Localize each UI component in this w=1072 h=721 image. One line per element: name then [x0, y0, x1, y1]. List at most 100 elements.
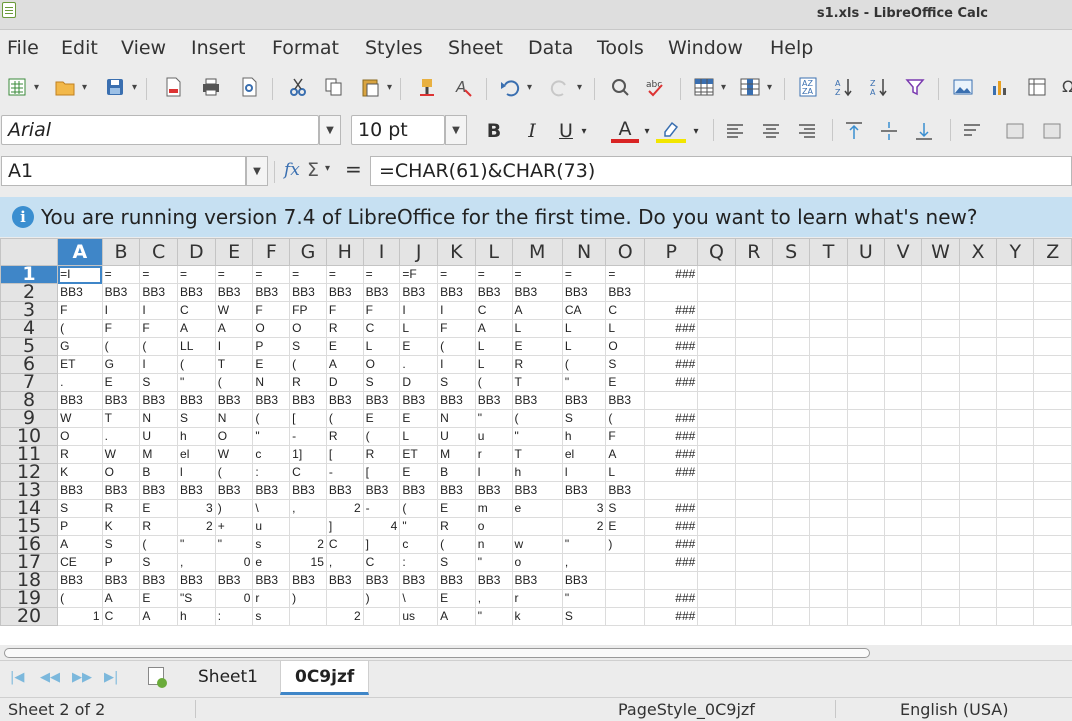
cell[interactable] [697, 571, 736, 590]
cell[interactable] [697, 517, 736, 536]
cell[interactable]: n [474, 535, 513, 554]
cell[interactable]: ### [644, 535, 699, 554]
cell[interactable]: 0 [214, 589, 254, 608]
cell[interactable]: L [605, 319, 646, 338]
cell[interactable]: c [252, 445, 291, 464]
cell[interactable]: S [139, 373, 179, 392]
cell[interactable]: BB3 [605, 391, 646, 410]
cell[interactable]: A [511, 301, 563, 320]
cell[interactable]: ( [214, 463, 254, 482]
cell[interactable] [996, 607, 1035, 626]
tab-0c9jzf[interactable]: 0C9jzf [280, 661, 370, 695]
cell[interactable]: ### [644, 409, 699, 428]
cell[interactable]: " [252, 427, 291, 446]
cell[interactable]: U [437, 427, 476, 446]
cell[interactable]: " [177, 373, 216, 392]
paste-icon[interactable] [357, 74, 392, 100]
cell[interactable]: O [252, 319, 291, 338]
cell[interactable]: BB3 [101, 391, 141, 410]
cell[interactable]: L [511, 319, 563, 338]
cell[interactable]: S [139, 553, 179, 572]
cell[interactable] [1033, 499, 1072, 518]
cell[interactable] [996, 535, 1035, 554]
cell[interactable]: e [511, 499, 563, 518]
cell[interactable]: w [511, 535, 563, 554]
cell[interactable]: BB3 [511, 283, 563, 302]
cell[interactable]: M [139, 445, 179, 464]
column-header-i[interactable]: I [362, 238, 401, 266]
find-replace-icon[interactable] [607, 74, 633, 100]
cell[interactable]: BB3 [362, 571, 401, 590]
cell[interactable] [697, 589, 736, 608]
cell[interactable] [734, 499, 774, 518]
cell[interactable] [846, 481, 886, 500]
cell[interactable]: ### [644, 373, 699, 392]
cell[interactable]: ( [57, 589, 103, 608]
cell[interactable] [958, 283, 998, 302]
cell[interactable]: ( [177, 355, 216, 374]
cell[interactable] [697, 355, 736, 374]
cell[interactable]: S [437, 553, 476, 572]
cell[interactable] [921, 517, 960, 536]
cell[interactable]: T [511, 373, 563, 392]
row-header[interactable]: 6 [0, 355, 59, 374]
cell[interactable] [996, 589, 1035, 608]
select-all-corner[interactable] [0, 238, 59, 266]
cell[interactable] [921, 283, 960, 302]
cell[interactable]: BB3 [289, 391, 327, 410]
cell[interactable]: 3 [561, 499, 607, 518]
cell[interactable] [996, 301, 1035, 320]
cell[interactable]: ### [644, 589, 699, 608]
cell[interactable]: R [362, 445, 401, 464]
cell[interactable] [1033, 283, 1072, 302]
cell[interactable]: " [511, 427, 563, 446]
cell[interactable]: E [101, 373, 141, 392]
cell[interactable]: T [214, 355, 254, 374]
cell[interactable]: el [177, 445, 216, 464]
cell[interactable] [734, 427, 774, 446]
cell[interactable]: E [605, 517, 646, 536]
cell[interactable]: BB3 [139, 391, 179, 410]
cell[interactable]: W [214, 301, 254, 320]
cell[interactable]: el [561, 445, 607, 464]
cell[interactable] [734, 553, 774, 572]
cell[interactable] [1033, 463, 1072, 482]
cell[interactable]: F [605, 427, 646, 446]
cell[interactable]: ( [139, 337, 179, 356]
cell[interactable] [846, 391, 886, 410]
cell[interactable]: o [474, 517, 513, 536]
cell[interactable]: BB3 [177, 391, 216, 410]
cell[interactable] [996, 499, 1035, 518]
cell[interactable] [734, 589, 774, 608]
cell[interactable]: E [139, 499, 179, 518]
cell[interactable]: BB3 [399, 481, 439, 500]
cell[interactable] [996, 409, 1035, 428]
cell[interactable] [883, 499, 923, 518]
column-header-o[interactable]: O [605, 238, 646, 266]
cell[interactable] [846, 571, 886, 590]
cell[interactable]: r [511, 589, 563, 608]
cell[interactable]: BB3 [177, 481, 216, 500]
column-header-e[interactable]: E [214, 238, 254, 266]
formula-icon[interactable]: = [345, 157, 362, 181]
cell[interactable] [772, 607, 811, 626]
cell[interactable]: BB3 [561, 571, 607, 590]
row-header[interactable]: 2 [0, 283, 59, 302]
cell[interactable]: BB3 [289, 571, 327, 590]
cell[interactable]: ( [605, 409, 646, 428]
cell[interactable]: D [325, 373, 364, 392]
cell[interactable]: S [437, 373, 476, 392]
menu-help[interactable]: Help [770, 37, 813, 59]
cell[interactable]: A [101, 589, 141, 608]
font-name-box[interactable]: Arial [1, 115, 319, 145]
cell[interactable] [883, 355, 923, 374]
cell[interactable] [772, 535, 811, 554]
new-document-icon[interactable] [4, 74, 39, 100]
cell[interactable]: BB3 [511, 391, 563, 410]
name-box-dropdown-icon[interactable]: ▼ [246, 156, 268, 186]
cell[interactable]: T [511, 445, 563, 464]
cell[interactable]: " [561, 535, 607, 554]
cell[interactable]: F [362, 301, 401, 320]
cell[interactable]: , [474, 589, 513, 608]
cell[interactable]: BB3 [139, 481, 179, 500]
